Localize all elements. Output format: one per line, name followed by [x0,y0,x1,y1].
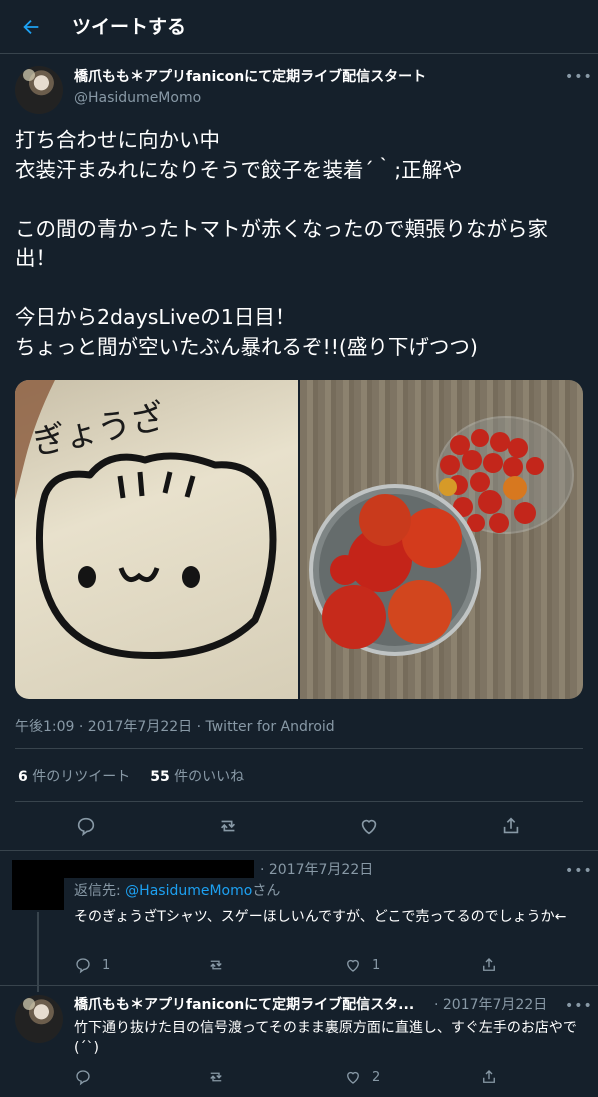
more-icon[interactable]: ••• [565,999,593,1013]
retweet-icon [220,820,236,832]
divider [15,748,583,749]
retweet-button[interactable] [217,815,239,837]
retweets-stat[interactable]: 6 件のリツイート [18,766,130,786]
share-icon [483,958,495,971]
likes-stat[interactable]: 55 件のいいね [150,766,244,786]
redacted-author [64,860,254,878]
share-icon [503,817,519,834]
like-count: 1 [372,957,381,973]
tweet-stats: 6 件のリツイート 55 件のいいね [18,766,244,786]
reply-text: 竹下通り抜けた目の信号渡ってそのまま裏原方面に直進し、すぐ左手のお店やで(´`) [74,1020,577,1056]
reply-icon [76,958,90,974]
divider [0,985,598,986]
reply-date[interactable]: · 2017年7月22日 [434,996,547,1014]
reply-text: そのぎょうざTシャツ、スゲーほしいんですが、どこで売ってるのでしょうか← [74,909,567,925]
tomato-photo[interactable] [300,380,583,699]
retweet-button[interactable] [207,956,225,974]
retweet-button[interactable] [207,1068,225,1086]
divider [0,850,598,851]
reply-icon [76,1070,90,1086]
author-handle[interactable]: @HasidumeMomo [74,89,201,107]
share-icon [483,1070,495,1083]
like-button[interactable]: 2 [344,1068,380,1086]
avatar[interactable] [15,66,63,114]
replying-to: 返信先: @HasidumeMomoさん [74,883,281,899]
share-button[interactable] [480,956,498,974]
reply-date[interactable]: · 2017年7月22日 [260,861,373,879]
shirt-illustration: ぎょうざ [15,380,277,660]
author-name[interactable]: 橋爪もも＊アプリfaniconにて定期ライブ配信スタート [74,68,454,86]
retweet-icon [210,960,222,970]
tweet-media[interactable]: ぎょうざ [15,380,583,699]
tomato-illustration [309,416,574,656]
divider [15,801,583,802]
like-icon [347,1071,359,1084]
like-icon [361,819,377,835]
more-icon[interactable]: ••• [565,70,593,84]
like-icon [347,959,359,972]
share-button[interactable] [500,815,522,837]
retweet-icon [210,1072,222,1082]
like-button[interactable] [358,815,380,837]
reply-button[interactable] [74,1068,92,1086]
mention-link[interactable]: @HasidumeMomo [125,883,252,899]
tweet-timestamp[interactable]: 午後1:09 · 2017年7月22日 · Twitter for Androi… [15,716,335,736]
top-bar: ツイートする [0,0,598,54]
back-arrow-icon [23,19,39,35]
back-button[interactable] [18,14,44,40]
redacted-avatar [12,860,64,910]
like-button[interactable]: 1 [344,956,380,974]
reply-icon [77,817,95,837]
page-title: ツイートする [72,16,187,38]
reply-button[interactable]: 1 [74,956,110,974]
like-count: 2 [372,1069,381,1085]
more-icon[interactable]: ••• [565,864,593,878]
author-name[interactable]: 橋爪もも＊アプリfaniconにて定期ライブ配信スタ... [74,996,429,1014]
reply-button[interactable] [75,815,97,837]
avatar[interactable] [15,995,63,1043]
reply-count: 1 [102,957,111,973]
thread-line [37,912,39,992]
share-button[interactable] [480,1068,498,1086]
shirt-photo[interactable]: ぎょうざ [15,380,298,699]
tweet-text: 打ち合わせに向かい中 衣装汗まみれになりそうで餃子を装着´｀;正解や この間の青… [15,128,548,359]
shirt-text: ぎょうざ [29,397,169,464]
